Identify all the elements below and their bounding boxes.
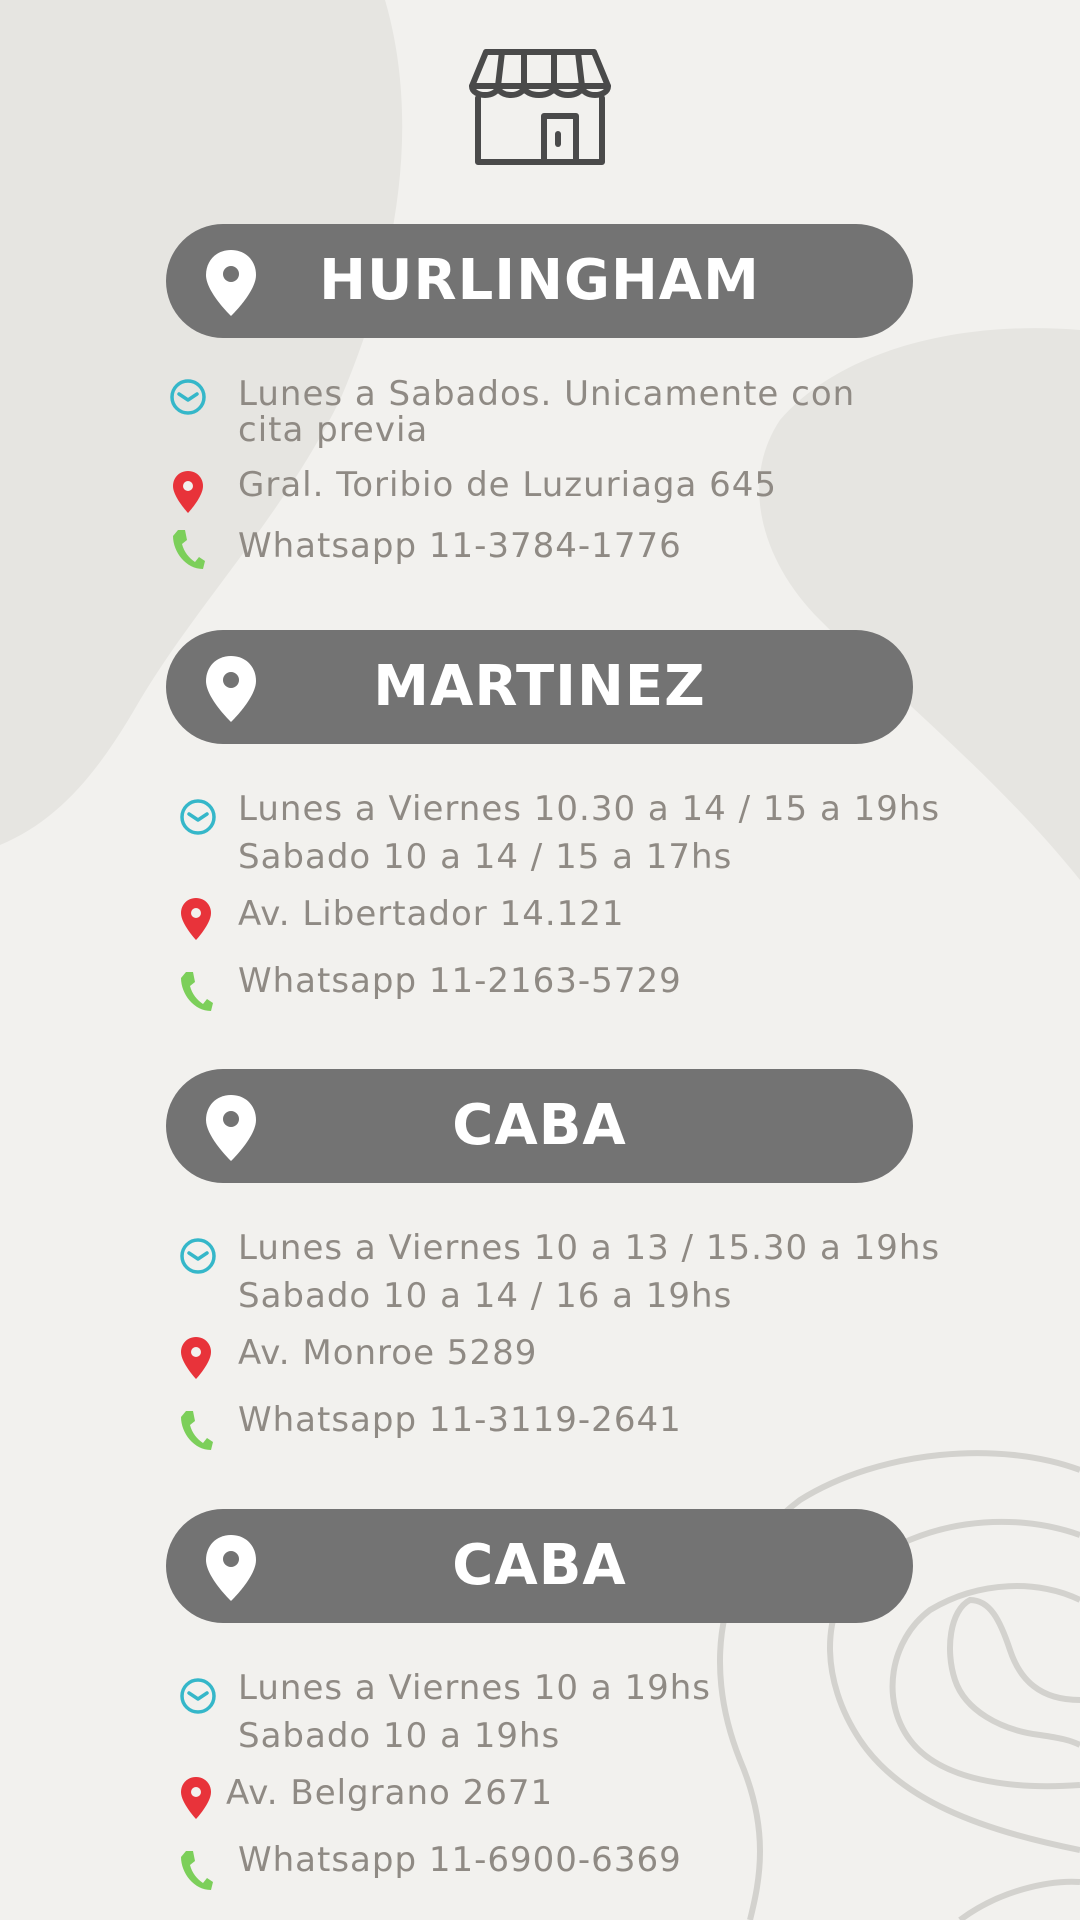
hours-line-1: Lunes a Viernes 10 a 13 / 15.30 a 19hs xyxy=(238,1228,941,1268)
phone-text[interactable]: Whatsapp 11-6900-6369 xyxy=(238,1841,682,1879)
hours-line-1: Lunes a Sabados. Unicamente con xyxy=(238,374,856,414)
hours-line-2: cita previa xyxy=(238,410,429,450)
location-header: MARTINEZ xyxy=(166,630,913,744)
hours-text: Lunes a Sabados. Unicamente con cita pre… xyxy=(238,376,855,448)
phone-icon xyxy=(181,1851,213,1890)
phone-icon xyxy=(181,972,213,1011)
location-pin-icon xyxy=(173,471,203,513)
location-header: HURLINGHAM xyxy=(166,224,913,338)
location-pin-icon xyxy=(181,898,211,940)
location-pin-icon xyxy=(181,1337,211,1379)
phone-icon xyxy=(181,1411,213,1450)
phone-text[interactable]: Whatsapp 11-3119-2641 xyxy=(238,1401,682,1439)
location-name: CABA xyxy=(452,1093,627,1158)
address-text: Av. Belgrano 2671 xyxy=(226,1773,554,1813)
phone-icon xyxy=(173,530,205,569)
hours-line-1: Lunes a Viernes 10 a 19hs xyxy=(238,1668,712,1708)
hours-text: Lunes a Viernes 10.30 a 14 / 15 a 19hs S… xyxy=(238,785,940,881)
storefront-icon xyxy=(469,49,611,165)
phone-text[interactable]: Whatsapp 11-3784-1776 xyxy=(238,527,682,565)
clock-icon xyxy=(180,799,216,835)
location-name: HURLINGHAM xyxy=(319,248,760,313)
location-pin-icon xyxy=(181,1777,211,1819)
hours-line-2: Sabado 10 a 14 / 16 a 19hs xyxy=(238,1276,733,1316)
hours-line-2: Sabado 10 a 19hs xyxy=(238,1716,561,1756)
location-header: CABA xyxy=(166,1509,913,1623)
address-text: Gral. Toribio de Luzuriaga 645 xyxy=(238,465,778,505)
clock-icon xyxy=(180,1238,216,1274)
hours-line-1: Lunes a Viernes 10.30 a 14 / 15 a 19hs xyxy=(238,789,941,829)
clock-icon xyxy=(180,1678,216,1714)
phone-text[interactable]: Whatsapp 11-2163-5729 xyxy=(238,962,682,1000)
hours-line-2: Sabado 10 a 14 / 15 a 17hs xyxy=(238,837,733,877)
hours-text: Lunes a Viernes 10 a 13 / 15.30 a 19hs S… xyxy=(238,1224,940,1320)
address-text: Av. Monroe 5289 xyxy=(238,1333,538,1373)
location-header: CABA xyxy=(166,1069,913,1183)
hours-text: Lunes a Viernes 10 a 19hs Sabado 10 a 19… xyxy=(238,1664,711,1760)
address-text: Av. Libertador 14.121 xyxy=(238,894,625,934)
location-name: CABA xyxy=(452,1533,627,1598)
location-name: MARTINEZ xyxy=(373,654,706,719)
clock-icon xyxy=(170,379,206,415)
